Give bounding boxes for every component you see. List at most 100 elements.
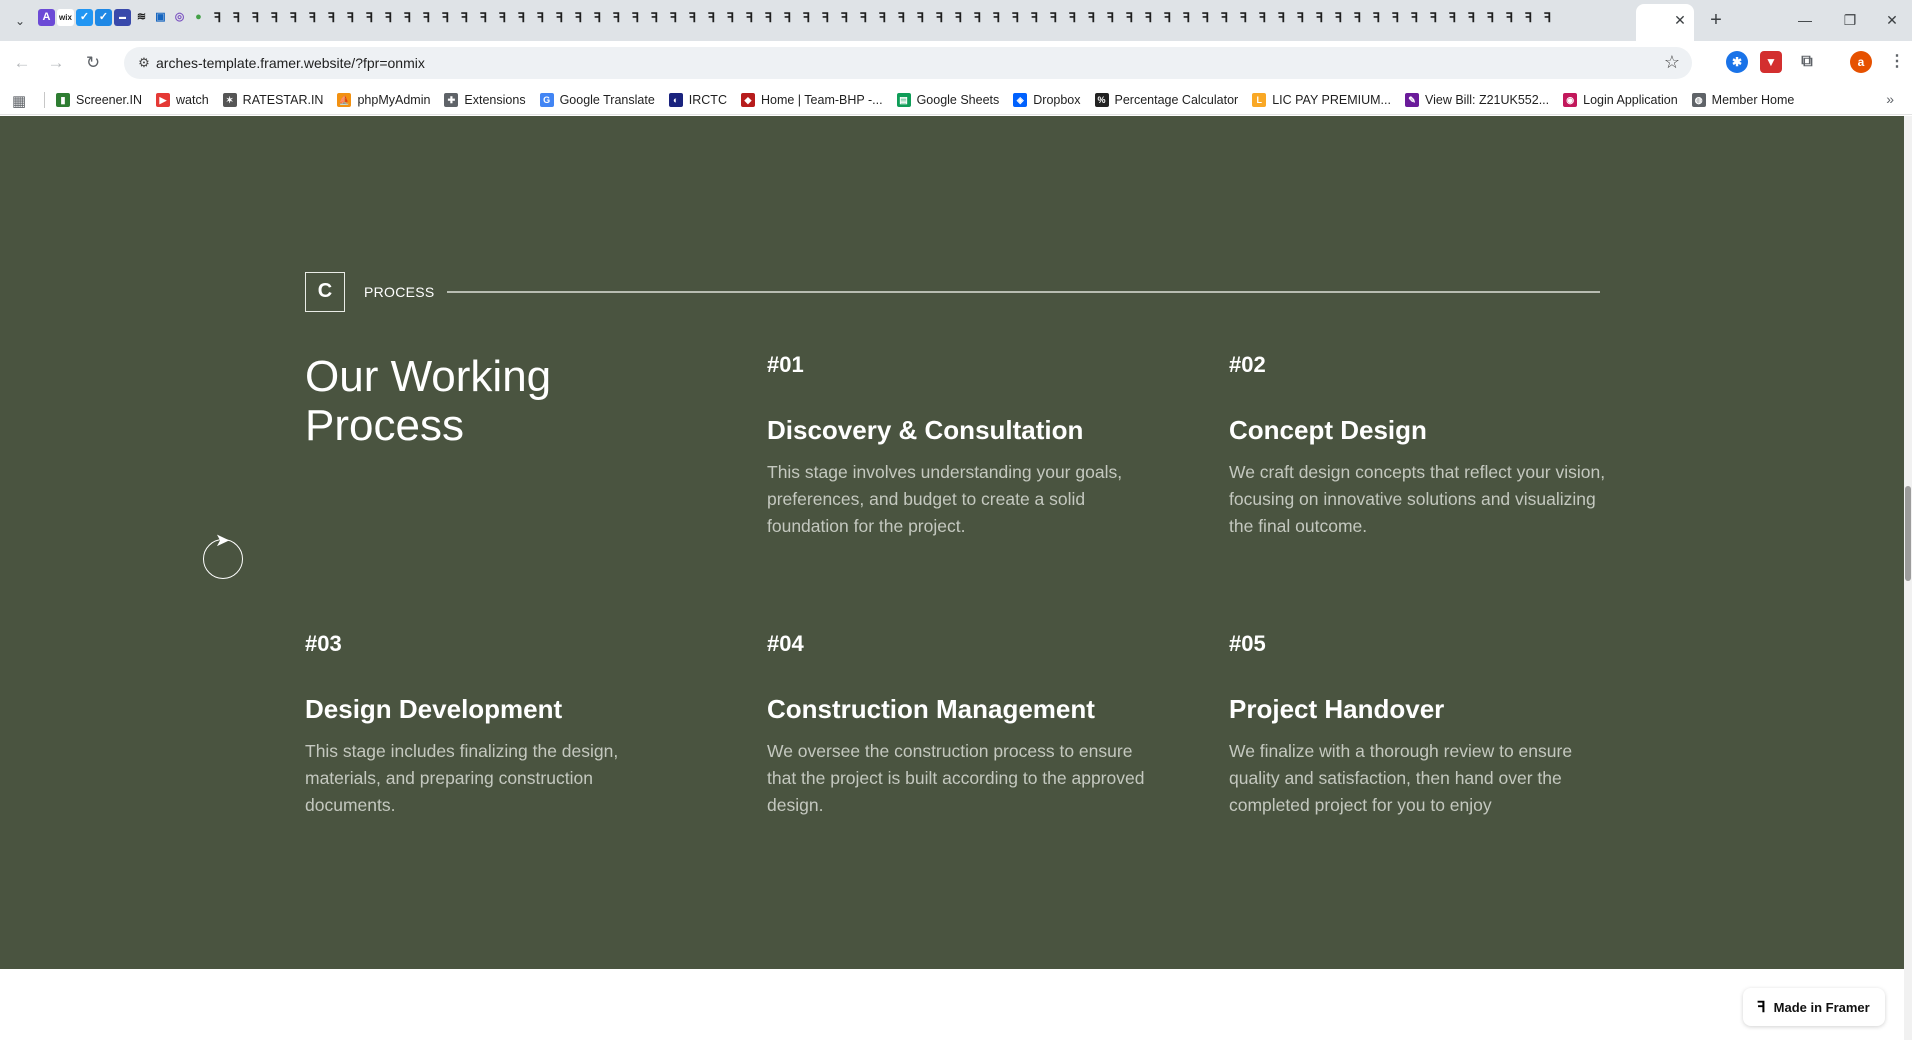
bookmark-item[interactable]: % Percentage Calculator bbox=[1094, 93, 1238, 107]
framer-tab-icon[interactable]: ꟻ bbox=[950, 9, 967, 26]
framer-tab-icon[interactable]: ꟻ bbox=[1539, 9, 1556, 26]
bookmark-item[interactable]: ▤ Google Sheets bbox=[896, 93, 999, 107]
framer-tab-icon[interactable]: ꟻ bbox=[1387, 9, 1404, 26]
profile-avatar[interactable]: a bbox=[1850, 51, 1872, 73]
framer-tab-icon[interactable]: ꟻ bbox=[912, 9, 929, 26]
framer-tab-icon[interactable]: ꟻ bbox=[627, 9, 644, 26]
bookmark-item[interactable]: ▶ watch bbox=[156, 93, 209, 107]
restore-button[interactable]: ❐ bbox=[1830, 6, 1870, 34]
framer-tab-icon[interactable]: ꟻ bbox=[874, 9, 891, 26]
bookmark-item[interactable]: L LIC PAY PREMIUM... bbox=[1252, 93, 1391, 107]
framer-tab-icon[interactable]: ꟻ bbox=[817, 9, 834, 26]
framer-tab-icon[interactable]: ꟻ bbox=[1349, 9, 1366, 26]
framer-tab-icon[interactable]: ꟻ bbox=[1311, 9, 1328, 26]
framer-tab-icon[interactable]: ꟻ bbox=[1102, 9, 1119, 26]
framer-tab-icon[interactable]: ꟻ bbox=[1083, 9, 1100, 26]
framer-tab-icon[interactable]: ꟻ bbox=[1463, 9, 1480, 26]
framer-tab-icon[interactable]: ꟻ bbox=[646, 9, 663, 26]
framer-tab-icon[interactable]: ꟻ bbox=[323, 9, 340, 26]
framer-tab-icon[interactable]: ꟻ bbox=[1235, 9, 1252, 26]
framer-tab-icon[interactable]: ꟻ bbox=[931, 9, 948, 26]
framer-tab-icon[interactable]: ꟻ bbox=[285, 9, 302, 26]
framer-tab-icon[interactable]: ꟻ bbox=[665, 9, 682, 26]
framer-tab-icon[interactable]: ꟻ bbox=[1425, 9, 1442, 26]
framer-tab-icon[interactable]: ꟻ bbox=[1064, 9, 1081, 26]
scrollbar-thumb[interactable] bbox=[1905, 486, 1911, 581]
framer-tab-icon[interactable]: ꟻ bbox=[418, 9, 435, 26]
bookmark-item[interactable]: ▮ Screener.IN bbox=[56, 93, 142, 107]
framer-tab-icon[interactable]: ꟻ bbox=[760, 9, 777, 26]
site-info-icon[interactable]: ⚙ bbox=[134, 53, 154, 73]
address-bar[interactable]: ⚙ arches-template.framer.website/?fpr=on… bbox=[124, 47, 1692, 79]
tab-favicon[interactable]: ▣ bbox=[152, 9, 169, 26]
framer-tab-icon[interactable]: ꟻ bbox=[1121, 9, 1138, 26]
framer-tab-icon[interactable]: ꟻ bbox=[741, 9, 758, 26]
framer-tab-icon[interactable]: ꟻ bbox=[798, 9, 815, 26]
bookmark-item[interactable]: G Google Translate bbox=[539, 93, 655, 107]
framer-tab-icon[interactable]: ꟻ bbox=[893, 9, 910, 26]
framer-tab-icon[interactable]: ꟻ bbox=[532, 9, 549, 26]
framer-tab-icon[interactable]: ꟻ bbox=[494, 9, 511, 26]
framer-tab-icon[interactable]: ꟻ bbox=[855, 9, 872, 26]
framer-tab-icon[interactable]: ꟻ bbox=[1159, 9, 1176, 26]
bookmark-item[interactable]: ◐ IRCTC bbox=[668, 93, 727, 107]
url-text[interactable]: arches-template.framer.website/?fpr=onmi… bbox=[156, 55, 425, 71]
framer-tab-icon[interactable]: ꟻ bbox=[969, 9, 986, 26]
tab-favicon[interactable]: ● bbox=[190, 9, 207, 26]
tab-favicon[interactable]: ▬ bbox=[114, 9, 131, 26]
framer-tab-icon[interactable]: ꟻ bbox=[1197, 9, 1214, 26]
framer-tab-icon[interactable]: ꟻ bbox=[209, 9, 226, 26]
framer-tab-icon[interactable]: ꟻ bbox=[304, 9, 321, 26]
bookmark-item[interactable]: ✶ RATESTAR.IN bbox=[222, 93, 323, 107]
framer-tab-icon[interactable]: ꟻ bbox=[361, 9, 378, 26]
close-window-button[interactable]: ✕ bbox=[1872, 6, 1912, 34]
framer-tab-icon[interactable]: ꟻ bbox=[551, 9, 568, 26]
tab-favicon[interactable]: A bbox=[38, 9, 55, 26]
framer-tab-icon[interactable]: ꟻ bbox=[703, 9, 720, 26]
framer-tab-icon[interactable]: ꟻ bbox=[779, 9, 796, 26]
bookmark-item[interactable]: ⛵ phpMyAdmin bbox=[337, 93, 430, 107]
minimize-button[interactable]: — bbox=[1785, 6, 1825, 34]
bookmark-item[interactable]: ✚ Extensions bbox=[444, 93, 526, 107]
bookmark-item[interactable]: ◆ Home | Team-BHP -... bbox=[740, 93, 883, 107]
framer-tab-icon[interactable]: ꟻ bbox=[475, 9, 492, 26]
framer-tab-icon[interactable]: ꟻ bbox=[1330, 9, 1347, 26]
apps-grid-icon[interactable]: ▦ bbox=[12, 92, 26, 110]
reload-icon[interactable]: ↻ bbox=[79, 49, 107, 77]
framer-tab-icon[interactable]: ꟻ bbox=[1254, 9, 1271, 26]
framer-tab-icon[interactable]: ꟻ bbox=[1007, 9, 1024, 26]
tab-favicon[interactable]: ≋ bbox=[133, 9, 150, 26]
framer-tab-icon[interactable]: ꟻ bbox=[266, 9, 283, 26]
bookmark-item[interactable]: ◍ Member Home bbox=[1691, 93, 1794, 107]
framer-tab-icon[interactable]: ꟻ bbox=[1520, 9, 1537, 26]
page-scrollbar[interactable] bbox=[1904, 116, 1912, 1040]
framer-tab-icon[interactable]: ꟻ bbox=[513, 9, 530, 26]
framer-tab-icon[interactable]: ꟻ bbox=[1045, 9, 1062, 26]
back-arrow-icon[interactable]: ← bbox=[8, 49, 36, 77]
bookmark-item[interactable]: ✎ View Bill: Z21UK552... bbox=[1404, 93, 1549, 107]
bookmark-star-icon[interactable]: ☆ bbox=[1664, 52, 1680, 73]
forward-arrow-icon[interactable]: → bbox=[42, 49, 70, 77]
tab-favicon[interactable]: ✓ bbox=[95, 9, 112, 26]
framer-tab-icon[interactable]: ꟻ bbox=[589, 9, 606, 26]
menu-kebab-icon[interactable]: ⋮ bbox=[1886, 51, 1908, 73]
extensions-puzzle-icon[interactable]: ⧉ bbox=[1796, 51, 1818, 73]
framer-tab-icon[interactable]: ꟻ bbox=[1501, 9, 1518, 26]
tab-search-chevron-icon[interactable]: ⌄ bbox=[8, 10, 32, 32]
more-bookmarks-chevron-icon[interactable]: » bbox=[1886, 91, 1894, 107]
framer-tab-icon[interactable]: ꟻ bbox=[1444, 9, 1461, 26]
framer-tab-icon[interactable]: ꟻ bbox=[1178, 9, 1195, 26]
tab-favicon[interactable]: wix bbox=[57, 9, 74, 26]
framer-tab-icon[interactable]: ꟻ bbox=[437, 9, 454, 26]
tab-close-icon[interactable]: ✕ bbox=[1670, 10, 1690, 30]
framer-tab-icon[interactable]: ꟻ bbox=[1406, 9, 1423, 26]
framer-tab-icon[interactable]: ꟻ bbox=[1273, 9, 1290, 26]
tab-favicon[interactable]: ✓ bbox=[76, 9, 93, 26]
framer-tab-icon[interactable]: ꟻ bbox=[456, 9, 473, 26]
framer-tab-icon[interactable]: ꟻ bbox=[608, 9, 625, 26]
bookmark-item[interactable]: ◉ Login Application bbox=[1563, 93, 1678, 107]
framer-tab-icon[interactable]: ꟻ bbox=[684, 9, 701, 26]
framer-tab-icon[interactable]: ꟻ bbox=[342, 9, 359, 26]
framer-tab-icon[interactable]: ꟻ bbox=[570, 9, 587, 26]
framer-tab-icon[interactable]: ꟻ bbox=[1140, 9, 1157, 26]
